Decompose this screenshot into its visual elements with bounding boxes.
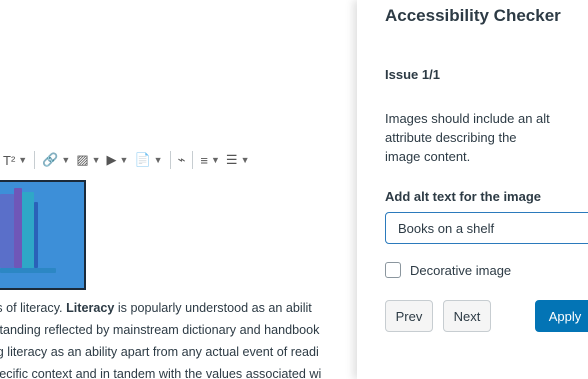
paragraph-bold-text: Literacy (66, 301, 115, 315)
paragraph-line: erstanding reflected by mainstream dicti… (0, 323, 320, 337)
chevron-down-icon: ▼ (153, 155, 163, 165)
prev-button[interactable]: Prev (385, 300, 433, 332)
accessibility-checker-tray: Accessibility Checker Issue 1/1 ? Images… (357, 0, 588, 379)
list-icon: ☰ (225, 152, 238, 167)
shelf-plank (0, 268, 56, 273)
chevron-down-icon: ▼ (18, 155, 28, 165)
document-paragraph: tions of literacy. Literacy is popularly… (0, 297, 357, 379)
chevron-down-icon: ▼ (91, 155, 101, 165)
issue-count: Issue 1/1 (385, 67, 440, 82)
next-button[interactable]: Next (443, 300, 491, 332)
toolbar-divider (169, 151, 171, 169)
alt-text-input[interactable] (385, 212, 588, 244)
book-shape (34, 202, 38, 268)
chevron-down-icon: ▼ (61, 155, 71, 165)
book-shape (14, 188, 22, 268)
align-button[interactable]: ≡ ▼ (197, 149, 223, 171)
editor-toolbar: T² ▼ 🔗 ▼ ▨ ▼ ▶ ▼ 📄 ▼ ⌁ ≡ ▼ ☰ ▼ (0, 146, 357, 174)
toolbar-divider (192, 151, 194, 169)
document-button[interactable]: 📄 ▼ (131, 149, 165, 171)
media-button[interactable]: ▶ ▼ (104, 149, 132, 171)
superscript-icon: T² (3, 152, 16, 168)
issue-description: Images should include an alt attribute d… (385, 111, 550, 164)
chevron-down-icon: ▼ (210, 155, 220, 165)
chevron-down-icon: ▼ (119, 155, 129, 165)
issue-header: Issue 1/1 ? (385, 66, 585, 86)
paragraph-text: tions of literacy. (0, 301, 63, 315)
image-button[interactable]: ▨ ▼ (73, 149, 103, 171)
paragraph-text: is popularly understood as an abilit (114, 301, 312, 315)
image-icon: ▨ (76, 152, 89, 167)
decorative-checkbox[interactable] (385, 262, 401, 278)
embed-icon: ⌁ (177, 152, 186, 167)
book-shape (22, 192, 34, 268)
link-icon: 🔗 (42, 152, 59, 167)
decorative-image-option[interactable]: Decorative image (385, 262, 511, 278)
superscript-button[interactable]: T² ▼ (0, 149, 30, 171)
rich-text-editor[interactable]: T² ▼ 🔗 ▼ ▨ ▼ ▶ ▼ 📄 ▼ ⌁ ≡ ▼ ☰ ▼ of litera… (0, 0, 357, 379)
apply-button[interactable]: Apply (535, 300, 588, 332)
selected-image[interactable] (0, 180, 86, 290)
link-button[interactable]: 🔗 ▼ (39, 149, 73, 171)
media-icon: ▶ (106, 152, 117, 167)
toolbar-divider (34, 151, 36, 169)
embed-button[interactable]: ⌁ (175, 149, 189, 171)
list-button[interactable]: ☰ ▼ (223, 149, 253, 171)
alt-text-label: Add alt text for the image (385, 189, 542, 204)
chevron-down-icon: ▼ (240, 155, 250, 165)
paragraph-line: tions of literacy. Literacy is popularly… (0, 297, 357, 319)
tray-title: Accessibility Checker (385, 6, 561, 25)
align-icon: ≡ (200, 152, 208, 168)
paragraph-line: ning literacy as an ability apart from a… (0, 345, 319, 359)
paragraph-line: specific context and in tandem with the … (0, 367, 322, 379)
book-shape (0, 194, 14, 268)
decorative-label: Decorative image (410, 262, 512, 278)
document-icon: 📄 (134, 152, 151, 167)
